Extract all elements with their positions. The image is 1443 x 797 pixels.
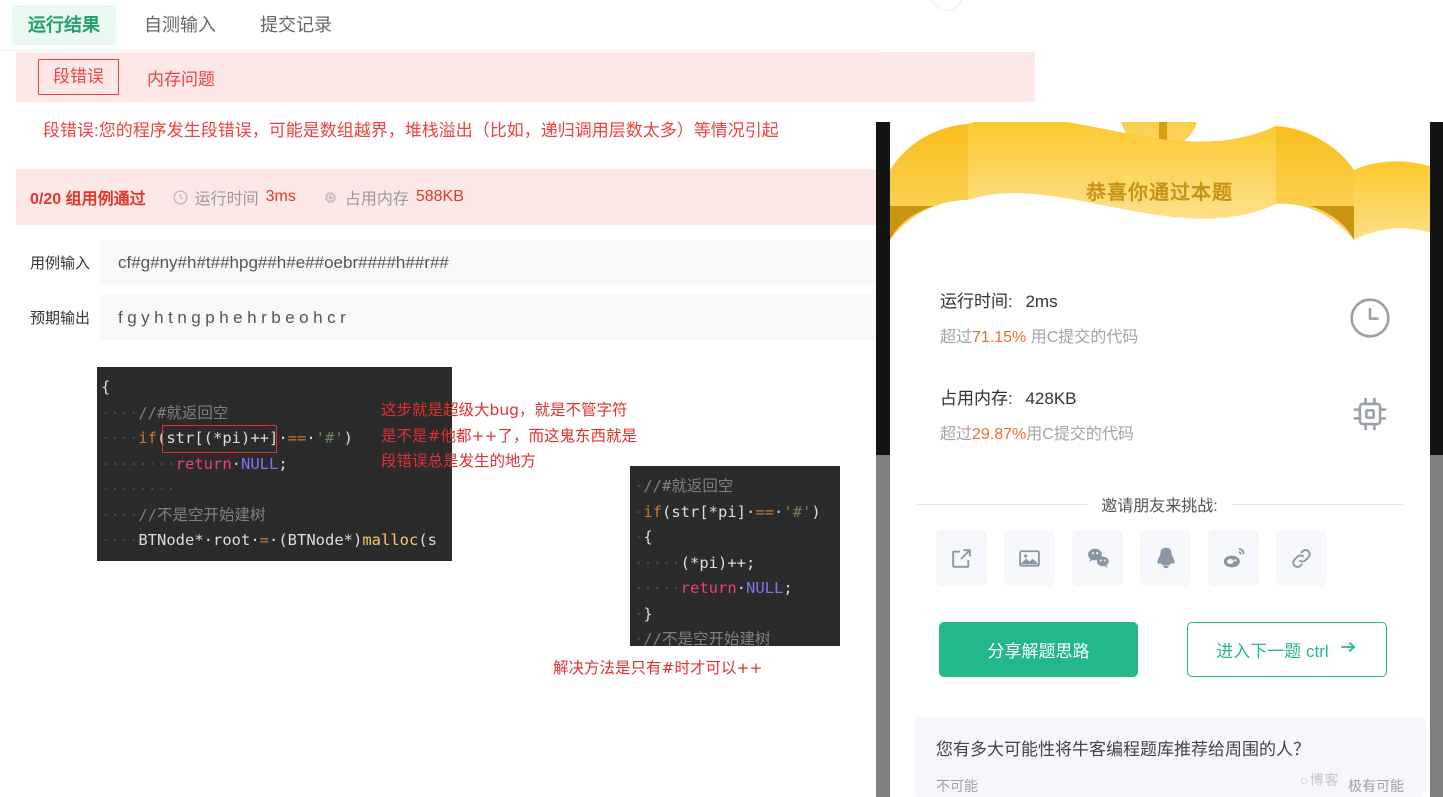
testcase-pass-count: 0/20 组用例通过	[30, 191, 146, 208]
annotation-fix-note: 解决方法是只有#时才可以++	[553, 659, 763, 677]
error-description-text: 段错误:您的程序发生段错误，可能是数组越界，堆栈溢出（比如，递归调用层数太多）等…	[43, 120, 779, 140]
runtime-beat-suffix: 用C提交的代码	[1026, 329, 1139, 346]
code-snippet-fixed: ·//#就返回空 ·if(str[*pi]·==·'#') ·{ ·····(*pi)…	[630, 466, 840, 646]
annotation-bug-note: 这步就是超级大bug，就是不管字符 是不是#他都++了，而这鬼东西就是 段错误总…	[381, 401, 637, 470]
invite-divider-row: 邀请朋友来挑战:	[916, 492, 1404, 516]
code-line: ·//#就返回空	[634, 477, 734, 495]
share-solution-button[interactable]: 分享解题思路	[939, 622, 1138, 677]
next-problem-label: 进入下一题 ctrl	[1216, 642, 1329, 661]
runtime-stat-value: 3ms	[265, 188, 296, 205]
tab-self-test-input[interactable]: 自测输入	[128, 5, 232, 45]
modal-top-circle-notch	[930, 0, 963, 11]
modal-memory-beat: 超过29.87%用C提交的代码	[940, 420, 1134, 444]
chip-icon	[1348, 392, 1443, 441]
runtime-stat-label: 运行时间	[194, 191, 259, 208]
weibo-icon[interactable]	[1208, 530, 1259, 586]
error-type-badge: 段错误	[38, 59, 119, 95]
expected-output-row: 预期输出 fgyhtngphehrbeohcr	[0, 295, 1019, 340]
success-modal: 恭喜你通过本题 运行时间: 2ms 超过71.15% 用C提交的代码 占用内存:…	[876, 122, 1443, 797]
code-line: {	[101, 378, 111, 396]
testcase-input-row: 用例输入 cf#g#ny#h#t##hpg##h#e##oebr####h##r…	[0, 240, 1019, 285]
runtime-beat-percent: 71.15%	[972, 329, 1027, 346]
modal-runtime-beat: 超过71.15% 用C提交的代码	[940, 323, 1138, 347]
chip-icon	[322, 189, 339, 206]
clock-icon	[172, 189, 189, 206]
image-icon[interactable]	[1004, 530, 1055, 586]
code-line: ····BTNode*·root·=·(BTNode*)malloc(s	[101, 531, 437, 549]
modal-memory-line: 占用内存: 428KB	[940, 384, 1134, 409]
modal-runtime-metric: 运行时间: 2ms 超过71.15% 用C提交的代码	[940, 287, 1138, 347]
modal-right-scrollbar[interactable]	[1430, 122, 1443, 797]
code-line: ·}	[634, 604, 653, 623]
watermark-text: ○博客	[1300, 772, 1340, 788]
qq-icon[interactable]	[1140, 530, 1191, 586]
code-line: ·····(*pi)++;	[634, 553, 756, 572]
code-line: ·//不是空开始建树	[634, 630, 771, 646]
error-category-label: 内存问题	[147, 69, 215, 89]
next-problem-button[interactable]: 进入下一题 ctrl	[1187, 622, 1387, 677]
survey-low-label: 不可能	[936, 778, 978, 794]
memory-stat-label: 占用内存	[344, 191, 409, 208]
divider-left	[916, 503, 1088, 505]
modal-memory-label: 占用内存:	[940, 389, 1013, 408]
modal-memory-metric: 占用内存: 428KB 超过29.87%用C提交的代码	[940, 384, 1134, 444]
modal-runtime-label: 运行时间:	[940, 292, 1013, 311]
tab-submission-history[interactable]: 提交记录	[244, 5, 348, 45]
code-line: ········	[101, 480, 176, 498]
error-header: 段错误 内存问题	[16, 52, 1035, 102]
scrollbar-thumb-left[interactable]	[876, 455, 890, 797]
tab-run-result[interactable]: 运行结果	[12, 5, 116, 45]
modal-left-scrollbar[interactable]	[876, 122, 890, 797]
modal-runtime-value: 2ms	[1025, 292, 1058, 311]
memory-beat-percent: 29.87%	[972, 426, 1027, 443]
scrollbar-track-left	[876, 122, 890, 455]
memory-stat: 占用内存 588KB	[322, 185, 464, 209]
arrow-right-icon	[1338, 637, 1358, 662]
code-line: ·{	[634, 528, 653, 546]
result-tab-bar: 运行结果 自测输入 提交记录	[0, 0, 880, 51]
wechat-icon[interactable]	[1072, 530, 1123, 586]
code-line: ·····return·NULL;	[634, 579, 793, 597]
nps-survey-panel: 您有多大可能性将牛客编程题库推荐给周围的人？ 不可能 极有可能	[914, 717, 1426, 797]
congrats-banner: 恭喜你通过本题	[876, 122, 1443, 253]
congrats-banner-text: 恭喜你通过本题	[1086, 182, 1233, 204]
memory-beat-prefix: 超过	[940, 426, 973, 443]
testcase-input-label: 用例输入	[29, 255, 90, 272]
memory-stat-value: 588KB	[415, 188, 464, 205]
clock-icon	[1348, 296, 1443, 345]
invite-friends-label: 邀请朋友来挑战:	[1101, 498, 1218, 515]
modal-runtime-line: 运行时间: 2ms	[940, 287, 1138, 312]
memory-beat-suffix: 用C提交的代码	[1026, 426, 1134, 443]
share-icons-row	[936, 530, 1398, 586]
link-icon[interactable]	[1276, 530, 1327, 586]
external-link-icon[interactable]	[936, 530, 987, 586]
survey-question: 您有多大可能性将牛客编程题库推荐给周围的人？	[936, 740, 1310, 759]
expected-output-label: 预期输出	[29, 310, 90, 327]
divider-right	[1231, 503, 1404, 505]
runtime-stat: 运行时间 3ms	[172, 185, 296, 209]
modal-memory-value: 428KB	[1025, 389, 1077, 408]
runtime-beat-prefix: 超过	[940, 329, 973, 346]
scrollbar-thumb-right[interactable]	[1430, 455, 1443, 797]
code-line: ·if(str[*pi]·==·'#')	[634, 502, 821, 521]
survey-high-label: 极有可能	[1348, 778, 1404, 794]
code-line: ····//不是空开始建树	[101, 505, 266, 524]
